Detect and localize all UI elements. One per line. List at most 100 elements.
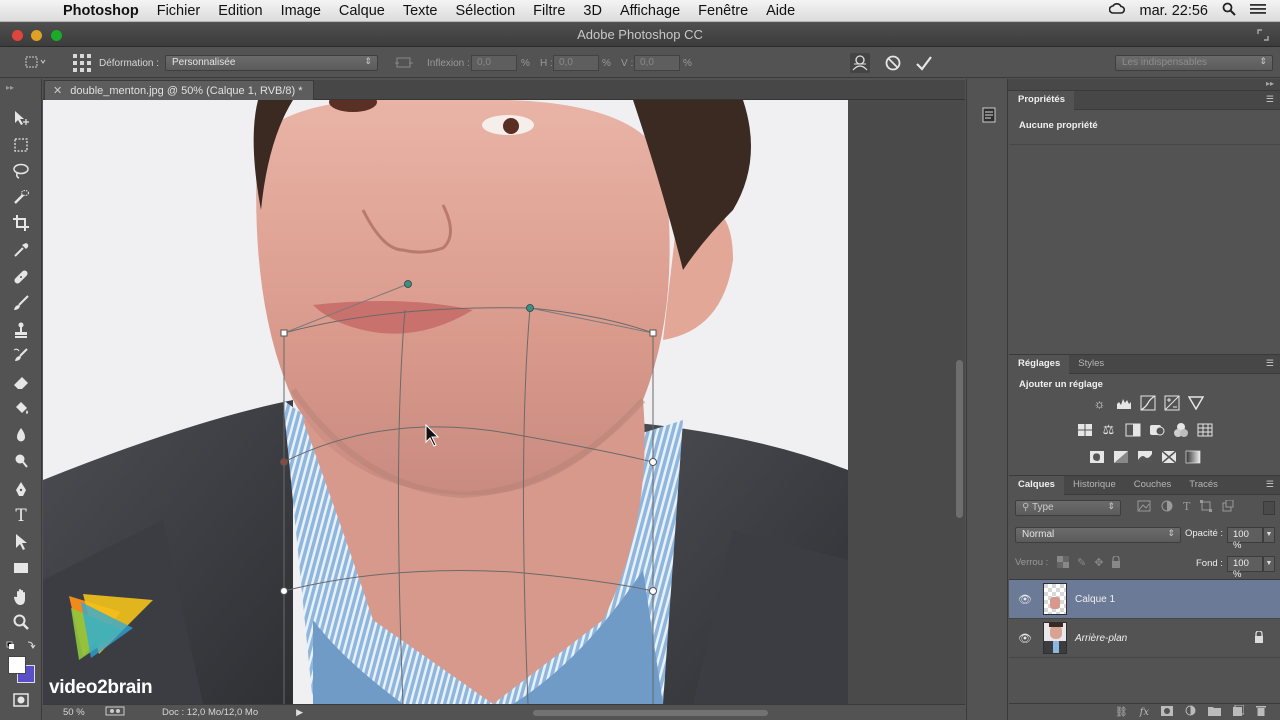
swap-colors-icon[interactable] — [6, 639, 36, 653]
spotlight-search-icon[interactable] — [1222, 2, 1236, 20]
color-balance-icon[interactable]: ⚖ — [1100, 421, 1118, 439]
close-tab-icon[interactable]: ✕ — [53, 84, 62, 97]
tab-traces[interactable]: Tracés — [1180, 476, 1227, 495]
tab-historique[interactable]: Historique — [1064, 476, 1125, 495]
menu-filtre[interactable]: Filtre — [524, 3, 574, 19]
change-warp-orientation-icon[interactable] — [394, 48, 414, 78]
quick-mask-icon[interactable] — [8, 689, 34, 711]
fill-input[interactable]: 100 % — [1227, 556, 1263, 580]
menu-affichage[interactable]: Affichage — [611, 3, 689, 19]
black-white-icon[interactable] — [1124, 421, 1142, 439]
notification-center-icon[interactable] — [1250, 3, 1266, 19]
properties-panel-menu-icon[interactable]: ☰ — [1266, 94, 1274, 105]
new-group-icon[interactable] — [1208, 706, 1221, 719]
tab-couches[interactable]: Couches — [1125, 476, 1181, 495]
fill-slider-arrow-icon[interactable]: ▼ — [1263, 556, 1275, 572]
lock-all-icon[interactable] — [1111, 555, 1121, 571]
adjustments-panel-menu-icon[interactable]: ☰ — [1266, 358, 1274, 369]
status-menu-arrow-icon[interactable]: ▶ — [296, 707, 303, 718]
bend-input[interactable]: 0,0 — [471, 55, 517, 71]
add-mask-icon[interactable] — [1161, 705, 1173, 719]
filter-adjustment-icon[interactable] — [1161, 500, 1173, 515]
opacity-input[interactable]: 100 % — [1227, 527, 1263, 551]
brightness-contrast-icon[interactable]: ☼ — [1091, 394, 1109, 412]
tab-calques[interactable]: Calques — [1009, 476, 1064, 495]
tab-styles[interactable]: Styles — [1069, 355, 1113, 374]
menu-calque[interactable]: Calque — [330, 3, 394, 19]
layer-name[interactable]: Calque 1 — [1075, 594, 1115, 605]
v-input[interactable]: 0,0 — [634, 55, 680, 71]
warp-grid-icon[interactable] — [72, 48, 92, 78]
gradient-map-icon[interactable] — [1184, 448, 1202, 466]
filter-pixel-icon[interactable] — [1137, 500, 1151, 515]
type-tool-icon[interactable]: T — [8, 505, 34, 527]
collapse-panels-icon[interactable]: ▸▸ — [1266, 79, 1274, 88]
horizontal-scroll-thumb[interactable] — [533, 710, 768, 716]
h-input[interactable]: 0,0 — [553, 55, 599, 71]
lock-position-icon[interactable]: ✥ — [1094, 556, 1103, 571]
blend-mode-select[interactable]: Normal — [1015, 527, 1181, 543]
creative-cloud-icon[interactable] — [1109, 2, 1126, 19]
warp-style-select[interactable]: Personnalisée — [165, 55, 378, 71]
fullscreen-icon[interactable] — [1256, 28, 1270, 42]
clone-stamp-tool-icon[interactable] — [8, 319, 34, 341]
lock-transparent-icon[interactable] — [1057, 556, 1069, 571]
tool-preset-picker[interactable] — [24, 48, 46, 78]
properties-panel-icon[interactable] — [981, 107, 997, 128]
commit-transform-button[interactable] — [915, 48, 933, 78]
menu-aide[interactable]: Aide — [757, 3, 804, 19]
healing-brush-tool-icon[interactable] — [8, 266, 34, 288]
menubar-clock[interactable]: mar. 22:56 — [1139, 3, 1208, 19]
photo-filter-icon[interactable] — [1148, 421, 1166, 439]
layer-row-arriere-plan[interactable]: 👁 Arrière-plan — [1009, 619, 1280, 658]
selective-color-icon[interactable] — [1160, 448, 1178, 466]
puppet-warp-icon[interactable] — [849, 48, 871, 78]
status-icon[interactable] — [105, 706, 125, 719]
menu-fichier[interactable]: Fichier — [148, 3, 210, 19]
quick-selection-tool-icon[interactable] — [8, 186, 34, 208]
zoom-tool-icon[interactable] — [8, 611, 34, 633]
lock-pixels-icon[interactable]: ✎ — [1077, 556, 1086, 571]
menu-texte[interactable]: Texte — [394, 3, 447, 19]
hand-tool-icon[interactable] — [8, 586, 34, 608]
tab-reglages[interactable]: Réglages — [1009, 355, 1070, 374]
eyedropper-tool-icon[interactable] — [8, 239, 34, 261]
menu-edition[interactable]: Edition — [209, 3, 271, 19]
pen-tool-icon[interactable] — [8, 478, 34, 500]
link-layers-icon[interactable]: ⛓ — [1115, 707, 1128, 718]
canvas-vertical-scrollbar[interactable] — [953, 100, 965, 704]
threshold-icon[interactable] — [1136, 448, 1154, 466]
marquee-tool-icon[interactable] — [8, 134, 34, 156]
curves-icon[interactable] — [1139, 394, 1157, 412]
layer-filter-select[interactable]: ⚲ Type — [1015, 500, 1121, 516]
color-lookup-icon[interactable] — [1196, 421, 1214, 439]
path-selection-tool-icon[interactable] — [8, 531, 34, 553]
workspace-select[interactable]: Les indispensables — [1115, 55, 1273, 71]
opacity-slider-arrow-icon[interactable]: ▼ — [1263, 527, 1275, 543]
menu-3d[interactable]: 3D — [574, 3, 611, 19]
dodge-tool-icon[interactable] — [8, 450, 34, 472]
posterize-icon[interactable] — [1112, 448, 1130, 466]
foreground-color-swatch[interactable] — [8, 656, 26, 674]
hue-saturation-icon[interactable] — [1076, 421, 1094, 439]
blur-tool-icon[interactable] — [8, 424, 34, 446]
history-brush-tool-icon[interactable] — [8, 345, 34, 367]
filter-type-icon[interactable]: T — [1183, 500, 1190, 515]
visibility-eye-icon[interactable]: 👁 — [1017, 593, 1033, 606]
menu-image[interactable]: Image — [272, 3, 330, 19]
eraser-tool-icon[interactable] — [8, 371, 34, 393]
menu-selection[interactable]: Sélection — [447, 3, 525, 19]
move-tool-icon[interactable] — [8, 107, 34, 129]
new-adjustment-layer-icon[interactable] — [1185, 705, 1196, 719]
layers-panel-menu-icon[interactable]: ☰ — [1266, 479, 1274, 490]
lasso-tool-icon[interactable] — [8, 160, 34, 182]
visibility-eye-icon[interactable]: 👁 — [1017, 632, 1033, 645]
vibrance-icon[interactable] — [1187, 394, 1205, 412]
invert-icon[interactable] — [1088, 448, 1106, 466]
brush-tool-icon[interactable] — [8, 292, 34, 314]
filter-shape-icon[interactable] — [1200, 500, 1213, 515]
menu-fenetre[interactable]: Fenêtre — [689, 3, 757, 19]
layer-name[interactable]: Arrière-plan — [1075, 633, 1127, 644]
layer-style-fx-icon[interactable]: fx — [1140, 707, 1149, 718]
delete-layer-icon[interactable] — [1256, 705, 1266, 719]
